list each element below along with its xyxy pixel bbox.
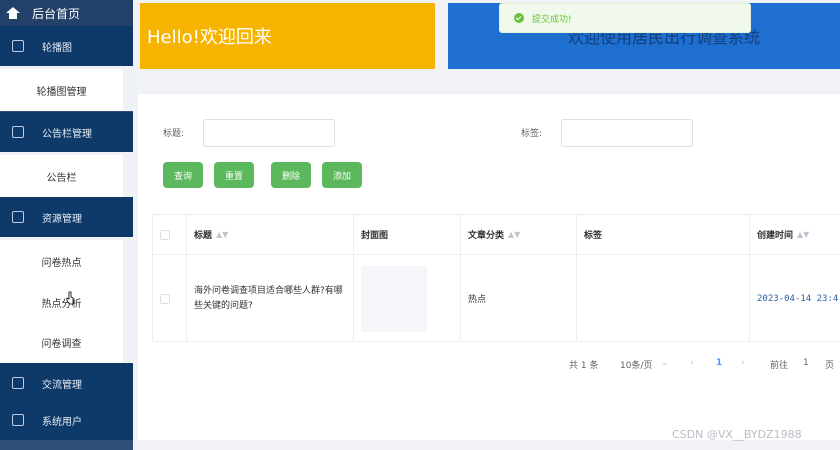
sidebar-item-label: 问卷热点 — [41, 257, 82, 269]
delete-button[interactable]: 删除 — [271, 162, 311, 188]
diamond-icon — [12, 414, 24, 426]
header-created[interactable]: 创建时间 ▲▼ — [750, 215, 840, 254]
sidebar-group-carousel[interactable]: 轮播图 — [0, 26, 133, 66]
row-select-cell — [153, 255, 187, 342]
sidebar-group-label: 交流管理 — [42, 379, 82, 391]
row-category: 热点 — [468, 295, 487, 305]
goto-label: 前往 — [770, 361, 789, 371]
tag-label: 标签: — [521, 129, 543, 139]
toast-message: 提交成功! — [532, 14, 572, 25]
page-suffix: 页 — [825, 361, 835, 371]
sidebar-group-exchange[interactable]: 交流管理 — [0, 363, 133, 403]
sidebar-item-carousel-manage[interactable]: 轮播图管理 — [0, 69, 133, 111]
goto-input[interactable]: 1 — [803, 358, 809, 368]
row-created-cell: 2023-04-14 23:4 — [750, 255, 840, 342]
sidebar-group-label: 轮播图 — [42, 42, 72, 54]
sidebar-group-users[interactable]: 系统用户 — [0, 400, 133, 440]
row-tags-cell — [577, 255, 750, 342]
sidebar-item-survey[interactable]: 问卷调查 — [0, 321, 133, 363]
chevron-down-icon: ⌄ — [661, 358, 669, 368]
select-all-checkbox[interactable] — [160, 229, 170, 240]
table-header: 标题 ▲▼ 封面图 文章分类 ▲▼ 标签 创建时间 ▲▼ — [153, 215, 840, 255]
tag-input[interactable] — [561, 119, 693, 147]
header-category-label: 文章分类 — [468, 231, 505, 241]
row-created: 2023-04-14 23:4 — [757, 293, 839, 304]
header-created-label: 创建时间 — [757, 231, 794, 241]
sidebar-group-label: 公告栏管理 — [42, 128, 92, 140]
title-input[interactable] — [203, 119, 335, 147]
title-label: 标题: — [163, 129, 185, 139]
header-select-cell — [153, 215, 187, 254]
sort-icon[interactable]: ▲▼ — [216, 230, 228, 239]
query-button[interactable]: 查询 — [163, 162, 203, 188]
header-cover-label: 封面图 — [361, 231, 389, 241]
next-page-button[interactable]: › — [741, 358, 745, 368]
sidebar-item-hotspot[interactable]: 问卷热点 — [0, 240, 133, 282]
header-title-label: 标题 — [194, 231, 213, 241]
shield-icon — [12, 40, 24, 52]
watermark: CSDN @VX__BYDZ1988 — [672, 428, 802, 441]
pagination: 共 1 条 10条/页 ⌄ ‹ 1 › 前往 1 页 — [138, 356, 840, 372]
sidebar-group-label: 系统用户 — [42, 416, 82, 428]
sort-icon[interactable]: ▲▼ — [508, 230, 520, 239]
welcome-text: Hello!欢迎回来 — [147, 27, 272, 48]
main-content: Hello!欢迎回来 欢迎使用居民出行调查系统 提交成功! 标题: 标签: 查询… — [133, 0, 840, 450]
row-cover-cell — [354, 255, 461, 342]
sidebar-item-notice[interactable]: 公告栏 — [0, 155, 133, 197]
page-size-select[interactable]: 10条/页 — [620, 358, 653, 371]
home-link[interactable]: 后台首页 — [0, 0, 133, 26]
resource-icon — [12, 211, 24, 223]
row-category-cell: 热点 — [461, 255, 577, 342]
page-number-1[interactable]: 1 — [716, 358, 722, 368]
header-tags: 标签 — [577, 215, 750, 254]
header-cover: 封面图 — [354, 215, 461, 254]
header-title[interactable]: 标题 ▲▼ — [187, 215, 354, 254]
header-tags-label: 标签 — [584, 231, 603, 241]
sort-icon[interactable]: ▲▼ — [797, 230, 809, 239]
cover-image — [361, 265, 427, 332]
sidebar-item-label: 公告栏 — [46, 172, 77, 184]
hand-cursor-icon — [66, 291, 74, 305]
content-panel: 标题: 标签: 查询 重置 删除 添加 标题 ▲▼ 封面图 文章分类 ▲▼ 标签… — [138, 94, 840, 440]
row-checkbox[interactable] — [160, 293, 170, 304]
welcome-banner: Hello!欢迎回来 — [140, 3, 435, 69]
sidebar-group-label: 资源管理 — [42, 213, 82, 225]
sidebar: 后台首页 轮播图 轮播图管理 公告栏管理 公告栏 资源管理 问卷热点 热点分析 … — [0, 0, 133, 450]
reset-button[interactable]: 重置 — [214, 162, 254, 188]
check-circle-icon — [514, 13, 524, 23]
sidebar-group-notice[interactable]: 公告栏管理 — [0, 112, 133, 152]
success-toast: 提交成功! — [499, 3, 751, 33]
sidebar-item-label: 轮播图管理 — [36, 86, 87, 98]
row-title: 海外问卷调查项目适合哪些人群?有哪些关键的问题? — [194, 285, 343, 311]
sidebar-item-label: 热点分析 — [41, 298, 82, 310]
home-icon — [6, 7, 20, 19]
prev-page-button[interactable]: ‹ — [690, 358, 694, 368]
chart-icon — [12, 377, 24, 389]
search-form: 标题: 标签: — [138, 119, 840, 147]
row-title-cell: 海外问卷调查项目适合哪些人群?有哪些关键的问题? — [187, 255, 354, 342]
pagination-total: 共 1 条 — [569, 361, 599, 371]
add-button[interactable]: 添加 — [322, 162, 362, 188]
table-row[interactable]: 海外问卷调查项目适合哪些人群?有哪些关键的问题? 热点 2023-04-14 2… — [153, 255, 840, 342]
home-label: 后台首页 — [32, 6, 81, 21]
edit-icon — [12, 126, 24, 138]
sidebar-group-resources[interactable]: 资源管理 — [0, 197, 133, 237]
sidebar-item-label: 问卷调查 — [41, 338, 82, 350]
header-category[interactable]: 文章分类 ▲▼ — [461, 215, 577, 254]
data-table: 标题 ▲▼ 封面图 文章分类 ▲▼ 标签 创建时间 ▲▼ 海外问卷调查项目适合哪… — [152, 214, 840, 342]
